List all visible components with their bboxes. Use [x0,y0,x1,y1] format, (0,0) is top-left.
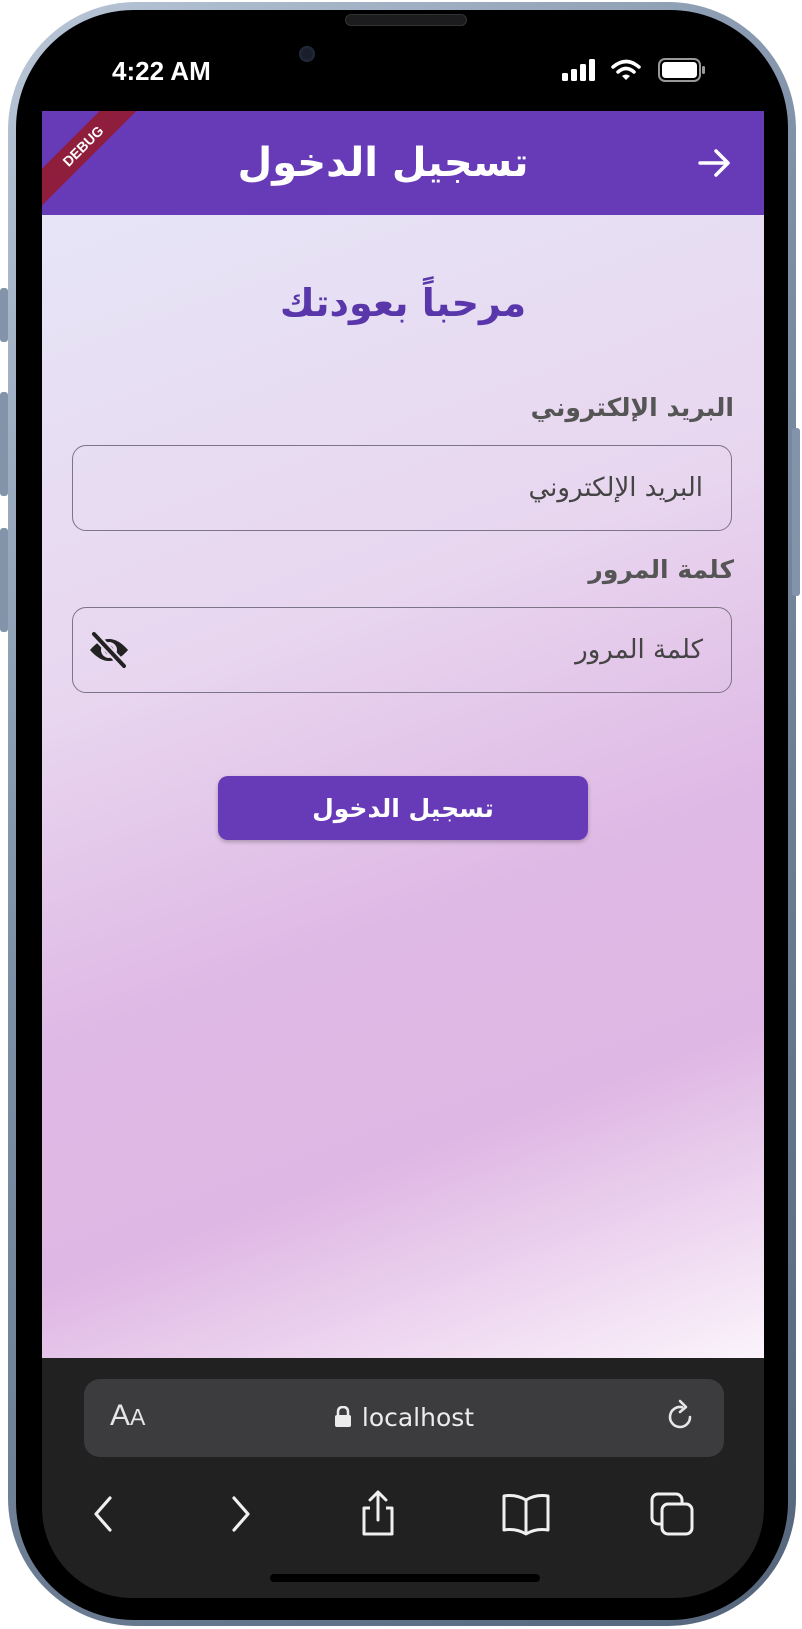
share-icon [362,1490,394,1536]
password-label: كلمة المرور [588,555,734,584]
url-text: localhost [361,1403,475,1432]
browser-back-button[interactable] [78,1486,134,1542]
tabs-button[interactable] [644,1486,700,1542]
power-button [792,428,800,596]
status-time: 4:22 AM [112,56,211,86]
email-field [72,445,732,531]
app-bar: تسجيل الدخول DEBUG [42,111,764,215]
login-button[interactable]: تسجيل الدخول [218,776,588,840]
chevron-left-icon [94,1496,112,1532]
browser-forward-button[interactable] [212,1486,268,1542]
reload-button[interactable] [662,1399,698,1435]
address-bar[interactable]: AA localhost [84,1379,724,1457]
cellular-signal-icon [562,59,596,85]
chevron-right-icon [232,1496,250,1532]
app-screen: تسجيل الدخول DEBUG مرحباً بعودتك البريد … [42,111,764,1358]
app-bar-title: تسجيل الدخول [237,140,529,186]
share-button[interactable] [350,1486,406,1542]
url-display[interactable]: localhost [84,1403,724,1432]
reload-icon [668,1399,692,1429]
eye-off-icon [90,630,128,670]
toggle-password-visibility[interactable] [87,630,131,670]
bookmarks-button[interactable] [498,1486,554,1542]
welcome-heading: مرحباً بعودتك [279,281,527,325]
front-camera [299,46,315,62]
tabs-icon [650,1492,694,1536]
lock-icon [334,1405,352,1427]
silent-switch [0,288,8,342]
home-indicator [270,1574,540,1582]
email-label: البريد الإلكتروني [530,393,734,422]
back-arrow-icon [698,149,730,177]
status-icons [562,58,712,84]
password-input[interactable] [73,608,731,692]
earpiece-speaker [345,14,467,26]
volume-up-button [0,392,8,496]
wifi-icon [611,59,641,85]
browser-nav-row [42,1486,764,1546]
back-button[interactable] [694,143,734,183]
email-input[interactable] [73,446,731,530]
safari-toolbar: AA localhost [42,1358,764,1598]
password-field [72,607,732,693]
bookmarks-icon [502,1494,550,1536]
battery-icon [658,58,706,86]
volume-down-button [0,528,8,632]
